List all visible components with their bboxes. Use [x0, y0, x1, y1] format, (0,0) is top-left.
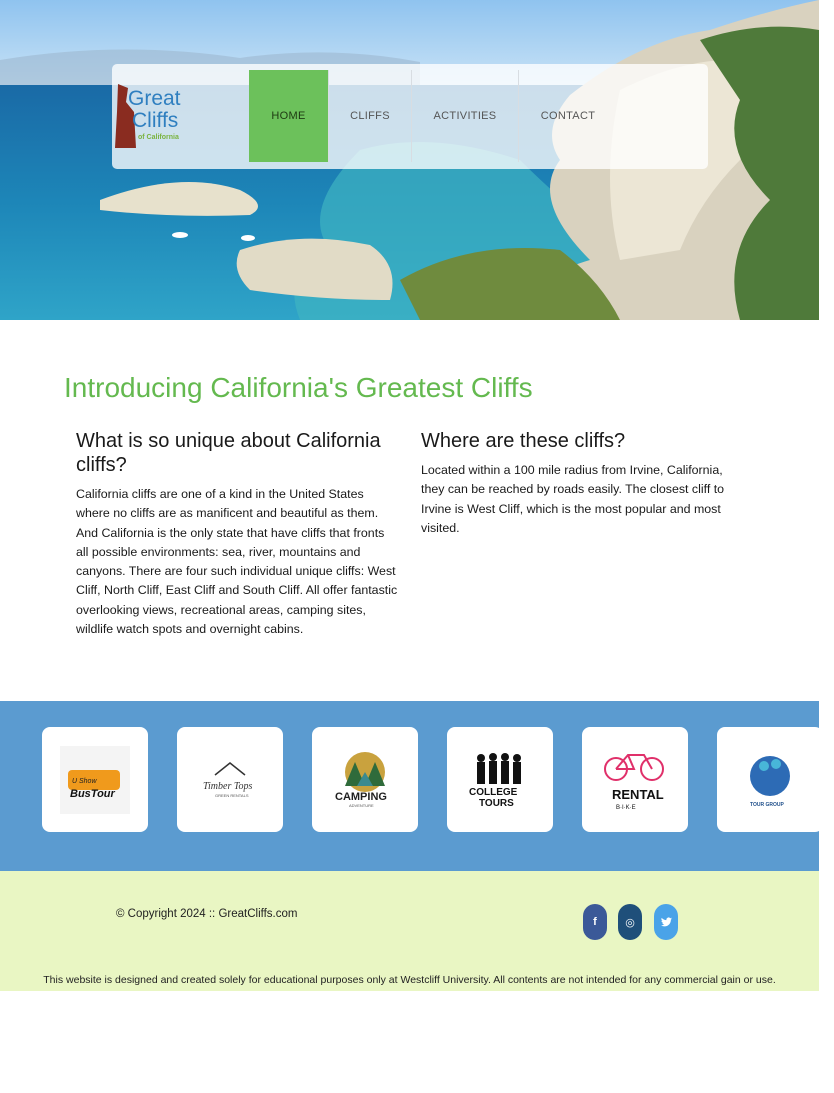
page-title: Introducing California's Greatest Cliffs	[64, 372, 533, 403]
rental-bike-logo-line1: RENTAL	[612, 787, 664, 802]
nav-contact[interactable]: CONTACT	[519, 70, 617, 162]
unique-body: California cliffs are one of a kind in t…	[76, 487, 398, 637]
timber-tops-logo-line1: Timber Tops	[203, 781, 252, 792]
twitter-icon[interactable]	[654, 904, 678, 940]
nav-home[interactable]: HOME	[249, 70, 328, 162]
timber-tops-logo-line2: GREEN RENTALS	[215, 793, 249, 798]
instagram-icon[interactable]: ◎	[618, 904, 642, 940]
unique-heading: What is so unique about California cliff…	[76, 430, 381, 476]
bus-tour-logo-icon: U Show BusTour	[60, 745, 130, 814]
logo-subtitle: of California	[138, 134, 179, 141]
partner-timber-tops[interactable]: Timber Tops GREEN RENTALS	[177, 727, 283, 832]
college-tours-logo-icon: COLLEGE TOURS	[469, 752, 521, 809]
rental-bike-logo-icon: RENTAL B·I·K·E	[604, 753, 664, 811]
location-heading: Where are these cliffs?	[421, 430, 626, 452]
rental-bike-logo-line2: B·I·K·E	[616, 805, 636, 811]
facebook-icon[interactable]: f	[583, 904, 607, 940]
location-section: Where are these cliffs? Located within a…	[421, 429, 743, 538]
nav-cliffs[interactable]: CLIFFS	[329, 70, 411, 162]
nav-activities[interactable]: ACTIVITIES	[412, 70, 518, 162]
college-tours-logo-line2: TOURS	[479, 798, 514, 809]
unique-section: What is so unique about California cliff…	[76, 429, 398, 639]
instagram-glyph: ◎	[625, 916, 635, 929]
disclaimer-text: This website is designed and created sol…	[43, 974, 776, 986]
facebook-glyph: f	[593, 916, 597, 928]
college-tours-logo-line1: COLLEGE	[469, 787, 518, 798]
camping-logo-line1: CAMPING	[335, 791, 387, 803]
logo-word-cliffs: Cliffs	[132, 109, 179, 132]
twitter-bird-icon	[660, 917, 672, 927]
partners-strip: U Show BusTour Timber Tops GREEN RENTALS…	[0, 701, 819, 871]
location-body: Located within a 100 mile radius from Ir…	[421, 463, 725, 535]
bus-tour-logo-line1: U Show	[72, 778, 97, 785]
logo-word-great: Great	[128, 87, 181, 110]
partner-tour-group[interactable]: TOUR GROUP	[717, 727, 819, 832]
tour-group-logo-icon: TOUR GROUP	[750, 755, 790, 808]
copyright-text: © Copyright 2024 :: GreatCliffs.com	[116, 908, 298, 920]
camping-logo-icon: CAMPING ADVENTURE	[335, 751, 387, 808]
timber-tops-logo-icon: Timber Tops GREEN RENTALS	[203, 761, 252, 798]
partner-bus-tour[interactable]: U Show BusTour	[42, 727, 148, 832]
partner-camping[interactable]: CAMPING ADVENTURE	[312, 727, 418, 832]
camping-logo-line2: ADVENTURE	[349, 803, 374, 808]
tour-group-logo-line1: TOUR GROUP	[750, 802, 784, 808]
site-logo[interactable]: Great Cliffs of California	[114, 82, 194, 152]
bus-tour-logo-line2: BusTour	[70, 788, 116, 800]
site-footer: © Copyright 2024 :: GreatCliffs.com f ◎ …	[0, 871, 819, 991]
partner-college-tours[interactable]: COLLEGE TOURS	[447, 727, 553, 832]
partner-rental-bike[interactable]: RENTAL B·I·K·E	[582, 727, 688, 832]
